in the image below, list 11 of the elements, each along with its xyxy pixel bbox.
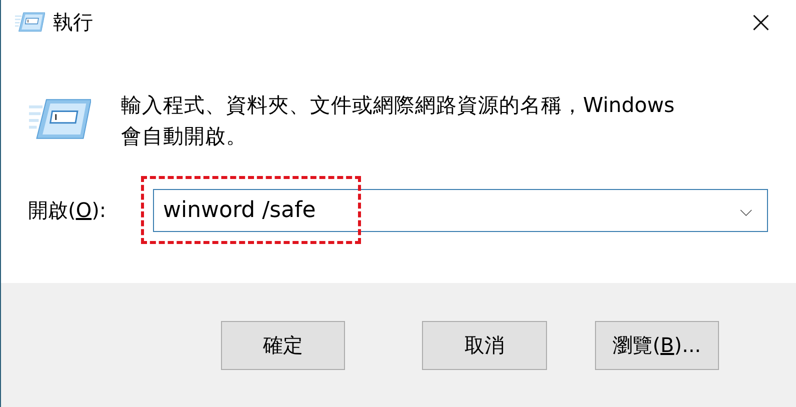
close-button[interactable]: × xyxy=(738,0,784,44)
dropdown-icon[interactable]: ⌵ xyxy=(731,201,761,220)
app-icon xyxy=(15,11,45,33)
command-combobox[interactable]: winword /safe ⌵ xyxy=(153,189,768,232)
dialog-button[interactable]: 瀏覽(B)... xyxy=(594,321,719,370)
run-icon xyxy=(29,96,91,142)
open-label: 開啟(O): xyxy=(28,197,108,224)
window-title: 執行 xyxy=(53,8,94,36)
description-text: 輸入程式、資料夾、文件或網際網路資源的名稱，Windows 會自動開啟。 xyxy=(121,92,676,150)
dialog-button[interactable]: 確定 xyxy=(221,321,346,370)
dialog-button[interactable]: 取消 xyxy=(422,321,547,370)
